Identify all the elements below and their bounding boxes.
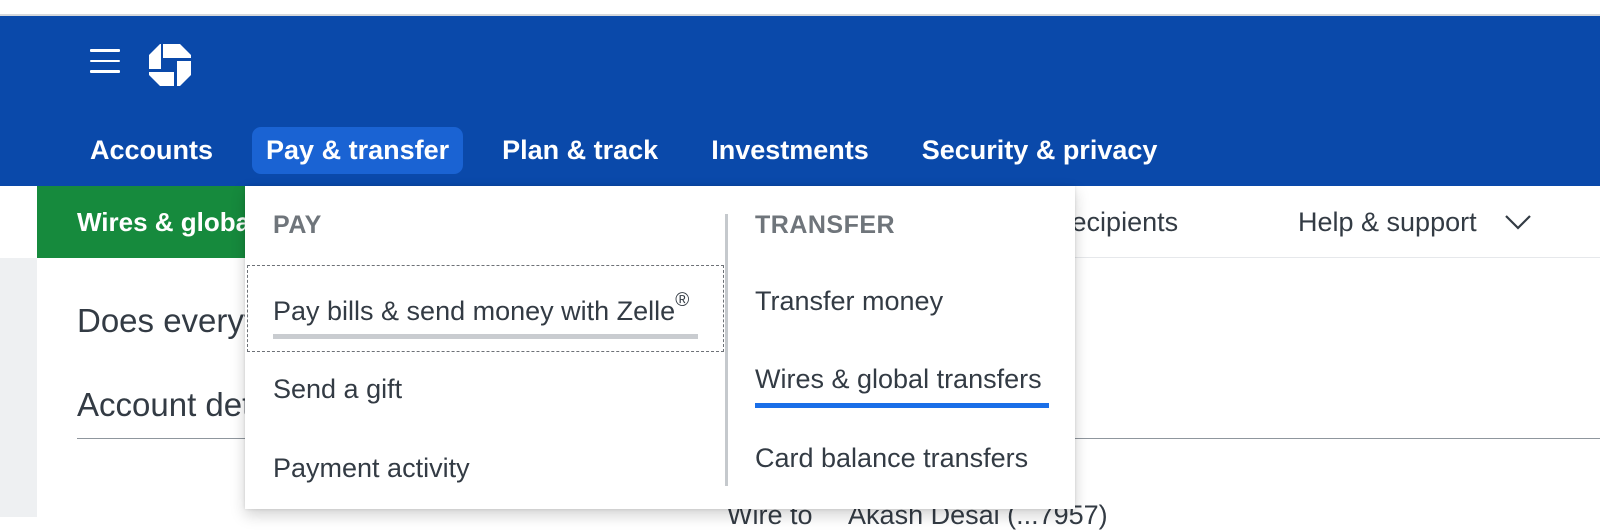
menu-item-wires-global[interactable]: Wires & global transfers [755, 364, 1042, 395]
wires-active-underline [755, 403, 1049, 408]
sub-nav-active-tab[interactable]: Wires & global transfers [37, 186, 252, 258]
chase-logo-icon[interactable] [148, 43, 192, 87]
zelle-label: Pay bills & send money with Zelle [273, 296, 676, 326]
transfer-heading: TRANSFER [755, 211, 896, 239]
menu-item-payment-activity[interactable]: Payment activity [273, 453, 470, 484]
nav-plan-track[interactable]: Plan & track [488, 127, 672, 174]
nav-investments[interactable]: Investments [697, 127, 883, 174]
chevron-down-icon[interactable] [1503, 207, 1533, 237]
menu-item-card-balance-transfers[interactable]: Card balance transfers [755, 443, 1028, 474]
sub-nav-left-edge [0, 186, 37, 258]
left-gutter [0, 258, 37, 517]
menu-item-zelle[interactable]: Pay bills & send money with Zelle® [273, 290, 689, 327]
zelle-hover-underline [273, 334, 698, 339]
nav-security-privacy[interactable]: Security & privacy [908, 127, 1172, 174]
hamburger-menu-icon[interactable] [90, 49, 120, 75]
pay-transfer-dropdown: PAY TRANSFER Pay bills & send money with… [245, 186, 1075, 509]
sub-nav-help-support[interactable]: Help & support [1298, 186, 1477, 258]
nav-pay-transfer[interactable]: Pay & transfer [252, 126, 464, 174]
browser-top-rule [0, 0, 1600, 16]
pay-heading: PAY [273, 211, 322, 239]
menu-item-transfer-money[interactable]: Transfer money [755, 286, 943, 317]
menu-item-send-gift[interactable]: Send a gift [273, 374, 402, 405]
nav-accounts[interactable]: Accounts [76, 127, 227, 174]
main-nav: Accounts Pay & transfer Plan & track Inv… [76, 126, 1196, 174]
site-header: Accounts Pay & transfer Plan & track Inv… [0, 16, 1600, 186]
dropdown-column-divider [725, 214, 728, 486]
registered-mark: ® [675, 290, 690, 311]
